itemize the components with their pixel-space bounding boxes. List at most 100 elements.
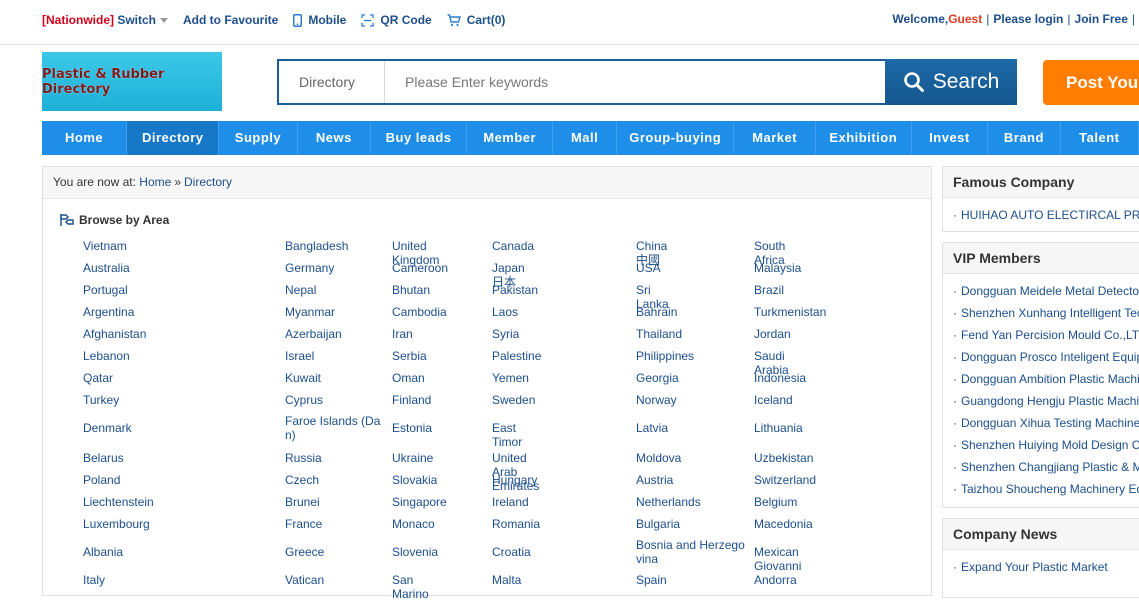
join-free-link[interactable]: Join Free [1075, 12, 1128, 26]
area-link[interactable]: Laos [492, 305, 518, 319]
sidebar-list-item[interactable]: · Shenzhen Huiying Mold Design Co [953, 434, 1139, 456]
search-button[interactable]: Search [885, 59, 1017, 105]
area-link[interactable]: USA [636, 261, 661, 275]
area-link[interactable]: Bahrain [636, 305, 677, 319]
area-link[interactable]: Romania [492, 517, 540, 531]
nav-item-invest[interactable]: Invest [912, 121, 989, 155]
nav-item-market[interactable]: Market [734, 121, 816, 155]
sidebar-list-item[interactable]: · Shenzhen Xunhang Intelligent Tech [953, 302, 1139, 324]
sidebar-list-item[interactable]: · Dongguan Xihua Testing Machine [953, 412, 1139, 434]
site-logo[interactable]: Plastic & Rubber Directory [42, 52, 222, 111]
area-link[interactable]: Faroe Islands (Dan) [285, 414, 385, 442]
area-link[interactable]: Syria [492, 327, 519, 341]
nav-item-news[interactable]: News [298, 121, 372, 155]
area-link[interactable]: Belarus [83, 451, 124, 465]
area-link[interactable]: Austria [636, 473, 673, 487]
area-link[interactable]: Pakistan [492, 283, 538, 297]
sidebar-list-item[interactable]: · Fend Yan Percision Mould Co.,LTD [953, 324, 1139, 346]
area-link[interactable]: Croatia [492, 545, 531, 559]
area-link[interactable]: Canada [492, 239, 534, 253]
area-link[interactable]: Lebanon [83, 349, 130, 363]
area-link[interactable]: Israel [285, 349, 314, 363]
area-link[interactable]: Norway [636, 393, 677, 407]
post-button[interactable]: Post Your [1043, 60, 1139, 105]
area-link[interactable]: France [285, 517, 322, 531]
area-link[interactable]: Australia [83, 261, 130, 275]
area-link[interactable]: Azerbaijan [285, 327, 342, 341]
area-link[interactable]: Finland [392, 393, 431, 407]
area-link[interactable]: Palestine [492, 349, 541, 363]
add-favourite-link[interactable]: Add to Favourite [183, 13, 278, 27]
breadcrumb-directory-link[interactable]: Directory [184, 175, 232, 189]
area-link[interactable]: Switzerland [754, 473, 816, 487]
area-link[interactable]: Czech [285, 473, 319, 487]
area-link[interactable]: Belgium [754, 495, 797, 509]
area-link[interactable]: Portugal [83, 283, 128, 297]
area-link[interactable]: Cyprus [285, 393, 323, 407]
sidebar-list-item[interactable]: · Guangdong Hengju Plastic Machinery [953, 390, 1139, 412]
area-link[interactable]: Ukraine [392, 451, 433, 465]
nav-item-brand[interactable]: Brand [988, 121, 1061, 155]
area-link[interactable]: Sweden [492, 393, 535, 407]
area-link[interactable]: Albania [83, 545, 123, 559]
area-link[interactable]: Kuwait [285, 371, 321, 385]
region-switch[interactable]: [Nationwide] Switch [42, 13, 169, 27]
area-link[interactable]: Iran [392, 327, 413, 341]
breadcrumb-home-link[interactable]: Home [139, 175, 171, 189]
area-link[interactable]: Turkey [83, 393, 119, 407]
area-link[interactable]: Bangladesh [285, 239, 348, 253]
sidebar-list-item[interactable]: · Dongguan Meidele Metal Detector [953, 280, 1139, 302]
nav-item-group-buying[interactable]: Group-buying [617, 121, 735, 155]
nav-item-mall[interactable]: Mall [553, 121, 617, 155]
area-link[interactable]: Cameroon [392, 261, 448, 275]
area-link[interactable]: Thailand [636, 327, 682, 341]
area-link[interactable]: Argentina [83, 305, 134, 319]
area-link[interactable]: Netherlands [636, 495, 701, 509]
qr-code-link[interactable]: QR Code [361, 13, 432, 27]
nav-item-directory[interactable]: Directory [127, 121, 220, 155]
area-link[interactable]: Myanmar [285, 305, 335, 319]
area-link[interactable]: Monaco [392, 517, 435, 531]
sidebar-list-item[interactable]: · Dongguan Ambition Plastic Machinery [953, 368, 1139, 390]
area-link[interactable]: Iceland [754, 393, 793, 407]
area-link[interactable]: Macedonia [754, 517, 813, 531]
login-link[interactable]: Please login [993, 12, 1063, 26]
area-link[interactable]: Luxembourg [83, 517, 150, 531]
area-link[interactable]: Serbia [392, 349, 427, 363]
area-link[interactable]: Bosnia and Herzegovina [636, 538, 748, 566]
area-link[interactable]: Qatar [83, 371, 113, 385]
area-link[interactable]: Denmark [83, 421, 132, 435]
area-link[interactable]: Greece [285, 545, 324, 559]
area-link[interactable]: Germany [285, 261, 334, 275]
nav-item-exhibition[interactable]: Exhibition [816, 121, 912, 155]
area-link[interactable]: Brazil [754, 283, 784, 297]
nav-item-home[interactable]: Home [42, 121, 128, 155]
area-link[interactable]: Malaysia [754, 261, 801, 275]
area-link[interactable]: East Timor [492, 421, 522, 449]
sidebar-list-item[interactable]: · Shenzhen Changjiang Plastic & Metal [953, 456, 1139, 478]
area-link[interactable]: Yemen [492, 371, 529, 385]
sidebar-list-item[interactable]: · HUIHAO AUTO ELECTIRCAL PRODUCTS [953, 204, 1139, 226]
nav-item-buy-leads[interactable]: Buy leads [371, 121, 468, 155]
nav-item-supply[interactable]: Supply [219, 121, 298, 155]
area-link[interactable]: Ireland [492, 495, 529, 509]
area-link[interactable]: Estonia [392, 421, 432, 435]
nav-item-member[interactable]: Member [467, 121, 554, 155]
sidebar-list-item[interactable]: · Taizhou Shoucheng Machinery Equip [953, 478, 1139, 500]
area-link[interactable]: Hungary [492, 473, 537, 487]
area-link[interactable]: Slovakia [392, 473, 437, 487]
area-link[interactable]: Bulgaria [636, 517, 680, 531]
area-link[interactable]: Russia [285, 451, 322, 465]
area-link[interactable]: Liechtenstein [83, 495, 154, 509]
area-link[interactable]: Poland [83, 473, 120, 487]
area-link[interactable]: Afghanistan [83, 327, 146, 341]
sidebar-list-item[interactable]: · Expand Your Plastic Market [953, 556, 1139, 578]
area-link[interactable]: Turkmenistan [754, 305, 826, 319]
area-link[interactable]: Philippines [636, 349, 694, 363]
area-link[interactable]: Vietnam [83, 239, 127, 253]
area-link[interactable]: Bhutan [392, 283, 430, 297]
area-link[interactable]: Mexican Giovanni [754, 545, 801, 573]
area-link[interactable]: Nepal [285, 283, 316, 297]
search-category-select[interactable]: Directory [279, 61, 385, 103]
area-link[interactable]: Brunei [285, 495, 320, 509]
